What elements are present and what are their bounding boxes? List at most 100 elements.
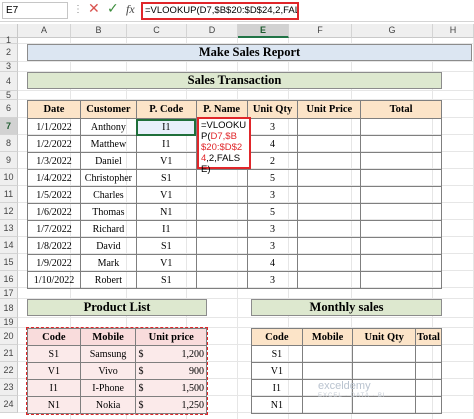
cell-total[interactable] (360, 186, 442, 204)
cell-total[interactable] (360, 203, 442, 221)
column-header-h[interactable]: H (433, 24, 474, 38)
row-header-6[interactable]: 6 (0, 100, 18, 118)
cell-unit-price[interactable] (297, 186, 362, 204)
cell-product-name[interactable] (195, 237, 248, 255)
cell-product-code[interactable]: N1 (135, 203, 197, 221)
cell-total[interactable] (360, 237, 442, 255)
cell-customer[interactable]: Richard (79, 220, 137, 238)
row-header-8[interactable]: 8 (0, 135, 18, 152)
cell-unit-price[interactable] (297, 169, 362, 187)
row-header-14[interactable]: 14 (0, 237, 18, 254)
cell-total[interactable] (360, 220, 442, 238)
cell-product-code[interactable]: S1 (135, 237, 197, 255)
cell-total[interactable] (360, 152, 442, 170)
monthly-cell-total[interactable] (414, 396, 443, 414)
row-header-22[interactable]: 22 (0, 362, 18, 379)
column-header-e[interactable]: E (238, 24, 289, 38)
product-cell-code[interactable]: S1 (27, 345, 81, 363)
cell-unit-price[interactable] (297, 152, 362, 170)
product-cell-code[interactable]: N1 (27, 396, 81, 414)
cell-product-code[interactable]: I1 (135, 135, 197, 153)
cell-unit-qty[interactable]: 3 (246, 118, 299, 136)
cell-unit-price[interactable] (297, 271, 362, 289)
row-header-4[interactable]: 4 (0, 72, 18, 91)
cell-product-name[interactable] (195, 186, 248, 204)
cell-product-code[interactable]: S1 (135, 271, 197, 289)
cell-customer[interactable]: Anthony (79, 118, 137, 136)
product-cell-code[interactable]: V1 (27, 362, 81, 380)
row-header-23[interactable]: 23 (0, 379, 18, 396)
cell-date[interactable]: 1/9/2022 (27, 254, 81, 272)
row-header-11[interactable]: 11 (0, 186, 18, 203)
cell-edit-box[interactable]: =VLOOKUP(D7,$B$20:$D$24,2,FALSE) (197, 117, 251, 175)
cell-total[interactable] (360, 169, 442, 187)
formula-input[interactable]: =VLOOKUP(D7,$B$20:$D$24,2,FALSE) (141, 2, 299, 20)
row-header-13[interactable]: 13 (0, 220, 18, 237)
cell-unit-qty[interactable]: 4 (246, 254, 299, 272)
product-cell-mobile[interactable]: Vivo (79, 362, 137, 380)
monthly-cell-mobile[interactable] (301, 362, 354, 380)
product-cell-price[interactable]: $900 (135, 362, 207, 380)
cell-date[interactable]: 1/6/2022 (27, 203, 81, 221)
cell-unit-price[interactable] (297, 237, 362, 255)
cell-unit-qty[interactable]: 4 (246, 135, 299, 153)
cell-unit-price[interactable] (297, 254, 362, 272)
monthly-cell-mobile[interactable] (301, 345, 354, 363)
cell-date[interactable]: 1/4/2022 (27, 169, 81, 187)
cell-product-name[interactable] (195, 271, 248, 289)
cell-unit-qty[interactable]: 5 (246, 169, 299, 187)
cell-product-name[interactable] (195, 254, 248, 272)
column-header-c[interactable]: C (127, 24, 187, 38)
column-header-g[interactable]: G (352, 24, 433, 38)
monthly-cell-code[interactable]: V1 (251, 362, 303, 380)
cell-total[interactable] (360, 135, 442, 153)
product-cell-mobile[interactable]: I-Phone (79, 379, 137, 397)
cell-customer[interactable]: Matthew (79, 135, 137, 153)
cell-customer[interactable]: David (79, 237, 137, 255)
cell-total[interactable] (360, 271, 442, 289)
row-header-3[interactable]: 3 (0, 62, 18, 72)
row-header-24[interactable]: 24 (0, 396, 18, 413)
row-header-9[interactable]: 9 (0, 152, 18, 169)
cell-date[interactable]: 1/8/2022 (27, 237, 81, 255)
cell-unit-price[interactable] (297, 118, 362, 136)
column-header-d[interactable]: D (187, 24, 238, 38)
row-header-2[interactable]: 2 (0, 44, 18, 62)
product-cell-code[interactable]: I1 (27, 379, 81, 397)
product-cell-price[interactable]: $1,500 (135, 379, 207, 397)
monthly-cell-mobile[interactable] (301, 396, 354, 414)
cell-unit-qty[interactable]: 2 (246, 152, 299, 170)
cell-date[interactable]: 1/10/2022 (27, 271, 81, 289)
row-header-18[interactable]: 18 (0, 299, 18, 318)
enter-icon[interactable]: ✓ (107, 1, 119, 17)
cell-unit-price[interactable] (297, 203, 362, 221)
cell-product-code[interactable]: S1 (135, 169, 197, 187)
row-header-19[interactable]: 19 (0, 318, 18, 328)
product-cell-mobile[interactable]: Samsung (79, 345, 137, 363)
cell-customer[interactable]: Robert (79, 271, 137, 289)
cell-product-code[interactable]: V1 (135, 152, 197, 170)
monthly-cell-total[interactable] (414, 345, 443, 363)
column-header-b[interactable]: B (71, 24, 127, 38)
row-header-10[interactable]: 10 (0, 169, 18, 186)
cell-date[interactable]: 1/7/2022 (27, 220, 81, 238)
row-header-17[interactable]: 17 (0, 288, 18, 299)
monthly-cell-code[interactable]: I1 (251, 379, 303, 397)
column-header-a[interactable]: A (18, 24, 71, 38)
insert-function-icon[interactable]: fx (126, 2, 135, 17)
column-header-f[interactable]: F (289, 24, 352, 38)
cell-product-code[interactable]: I1 (135, 220, 197, 238)
cell-date[interactable]: 1/3/2022 (27, 152, 81, 170)
cell-product-code[interactable]: I1 (135, 118, 197, 136)
cell-unit-qty[interactable]: 5 (246, 203, 299, 221)
cell-unit-qty[interactable]: 3 (246, 186, 299, 204)
product-cell-price[interactable]: $1,200 (135, 345, 207, 363)
product-cell-price[interactable]: $1,250 (135, 396, 207, 414)
row-header-20[interactable]: 20 (0, 328, 18, 345)
row-header-12[interactable]: 12 (0, 203, 18, 220)
cell-product-name[interactable] (195, 220, 248, 238)
cell-customer[interactable]: Christopher (79, 169, 137, 187)
monthly-cell-qty[interactable] (352, 396, 416, 414)
monthly-cell-code[interactable]: S1 (251, 345, 303, 363)
cell-unit-qty[interactable]: 3 (246, 237, 299, 255)
